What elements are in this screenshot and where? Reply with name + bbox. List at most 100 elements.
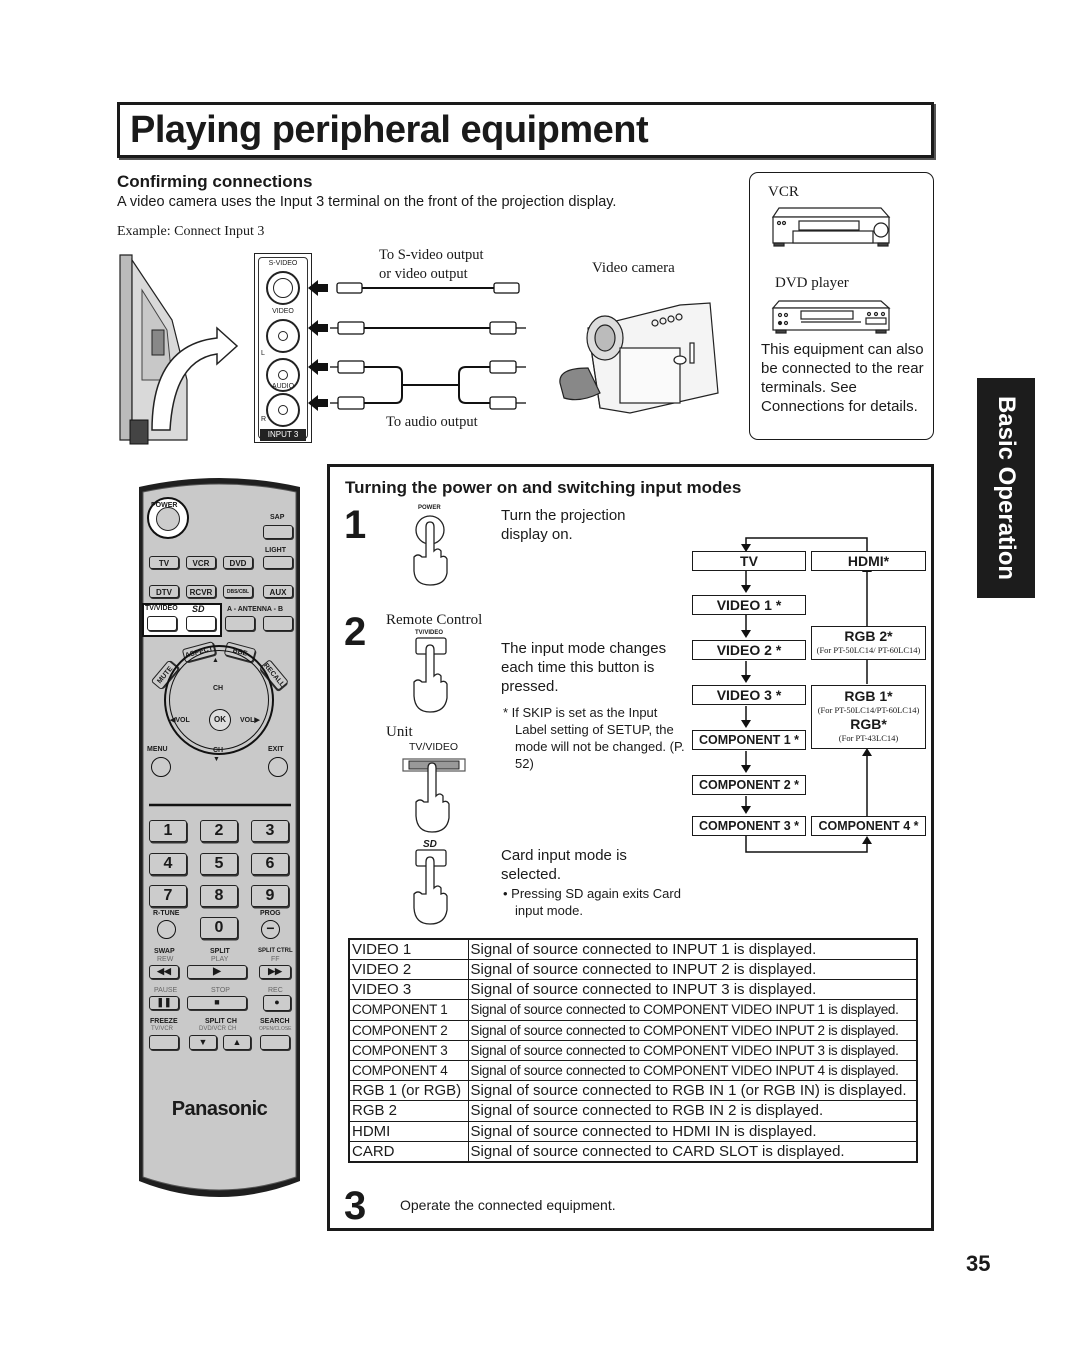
remote-tv-video-button[interactable] bbox=[147, 616, 177, 631]
flow-component-3: COMPONENT 3 * bbox=[692, 816, 806, 836]
remote-digit-0[interactable]: 0 bbox=[200, 917, 238, 939]
table-mode-cell: COMPONENT 4 bbox=[348, 1059, 469, 1082]
hand-pressing-unit-button-icon bbox=[402, 758, 466, 833]
remote-menu-button[interactable] bbox=[151, 757, 171, 777]
remote-rew-button[interactable]: ◀◀ bbox=[149, 965, 179, 979]
remote-ok-button[interactable]: OK bbox=[209, 709, 231, 731]
table-description-cell: Signal of source connected to INPUT 3 is… bbox=[467, 979, 918, 1001]
remote-dbs-cbl-button[interactable]: DBS/CBL bbox=[223, 585, 253, 598]
remote-antenna-label: A - ANTENNA - B bbox=[227, 606, 283, 613]
audio-l-label: L bbox=[261, 350, 265, 357]
remote-digit-1[interactable]: 1 bbox=[149, 820, 187, 842]
section-tab-label: Basic Operation bbox=[993, 395, 1020, 581]
remote-vol-up-label[interactable]: VOL▶ bbox=[240, 716, 260, 724]
remote-dtv-button[interactable]: DTV bbox=[149, 585, 179, 598]
table-row: VIDEO 1 Signal of source connected to INP… bbox=[348, 938, 918, 960]
table-mode-cell: VIDEO 1 bbox=[348, 938, 469, 960]
remote-dvd-button[interactable]: DVD bbox=[223, 556, 253, 569]
remote-dpad[interactable] bbox=[164, 645, 274, 755]
remote-light-button[interactable] bbox=[263, 556, 293, 569]
remote-play-button[interactable]: ▶ bbox=[187, 965, 247, 979]
remote-vcr-button[interactable]: VCR bbox=[186, 556, 216, 569]
table-description-cell: Signal of source connected to RGB IN 1 (… bbox=[467, 1080, 918, 1102]
remote-sap-label: SAP bbox=[270, 514, 285, 521]
audio-label: AUDIO bbox=[271, 383, 295, 390]
remote-freeze-button[interactable] bbox=[149, 1035, 179, 1050]
table-row: VIDEO 2 Signal of source connected to INP… bbox=[348, 958, 918, 981]
remote-digit-7[interactable]: 7 bbox=[149, 885, 187, 907]
video-jack bbox=[266, 319, 300, 353]
table-row: RGB 2 Signal of source connected to RGB I… bbox=[348, 1100, 918, 1122]
ch-down-icon[interactable]: ▼ bbox=[213, 756, 220, 763]
remote-control: POWER SAP LIGHT TV VCR DVD DTV RCVR DBS/… bbox=[137, 473, 302, 1208]
remote-stop-button[interactable]: ■ bbox=[187, 996, 247, 1010]
table-row: VIDEO 3 Signal of source connected to INP… bbox=[348, 979, 918, 1001]
remote-ch-up-label: CH bbox=[213, 685, 224, 692]
remote-vol-down-label[interactable]: ◀VOL bbox=[170, 716, 190, 724]
remote-ch-up-button[interactable]: ▲ bbox=[223, 1035, 251, 1050]
hand-pressing-sd-icon bbox=[413, 849, 448, 925]
example-label: Example: Connect Input 3 bbox=[117, 224, 265, 239]
remote-digit-4[interactable]: 4 bbox=[149, 853, 187, 875]
page-number: 35 bbox=[966, 1251, 991, 1276]
remote-digit-5[interactable]: 5 bbox=[200, 853, 238, 875]
step-2-number: 2 bbox=[344, 610, 367, 654]
remote-sap-button[interactable] bbox=[263, 525, 293, 539]
remote-search-button[interactable] bbox=[260, 1035, 290, 1050]
table-row: HDMI Signal of source connected to HDMI I… bbox=[348, 1120, 918, 1142]
cable-label-top: To S-video output or video output bbox=[379, 247, 484, 282]
remote-ch-down-button[interactable]: ▼ bbox=[189, 1035, 217, 1050]
page-title-box: Playing peripheral equipment bbox=[117, 102, 934, 158]
remote-aux-button[interactable]: AUX bbox=[263, 585, 293, 598]
remote-sd-button[interactable] bbox=[186, 616, 216, 631]
remote-digit-6[interactable]: 6 bbox=[251, 853, 289, 875]
projection-display-illustration bbox=[119, 254, 239, 445]
remote-power-label: POWER bbox=[151, 502, 178, 509]
remote-antenna-b-button[interactable] bbox=[263, 616, 293, 631]
remote-r-tune-button[interactable] bbox=[157, 920, 176, 939]
hand-pressing-power-icon bbox=[413, 515, 448, 586]
table-description-cell: Signal of source connected to COMPONENT … bbox=[467, 1059, 918, 1082]
confirming-connections-heading: Confirming connections bbox=[117, 172, 313, 191]
remote-ff-label: FF bbox=[271, 956, 280, 963]
table-mode-cell: CARD bbox=[348, 1140, 469, 1163]
remote-rcvr-button[interactable]: RCVR bbox=[186, 585, 216, 598]
remote-prog-label: PROG bbox=[260, 910, 281, 917]
remote-digit-3[interactable]: 3 bbox=[251, 820, 289, 842]
table-row: COMPONENT 3 Signal of source connected to… bbox=[348, 1039, 918, 1061]
audio-r-label: R bbox=[261, 416, 267, 423]
remote-split-ch-label: SPLIT CH bbox=[205, 1018, 237, 1025]
table-row: COMPONENT 1 Signal of source connected to… bbox=[348, 999, 918, 1021]
video-camera-illustration bbox=[559, 302, 719, 414]
sd-text: Card input mode is selected. bbox=[501, 847, 627, 883]
vcr-label: VCR bbox=[768, 184, 799, 200]
input3-label: INPUT 3 bbox=[260, 429, 306, 441]
remote-light-label: LIGHT bbox=[265, 547, 286, 554]
remote-pause-button[interactable]: ❚❚ bbox=[149, 996, 179, 1010]
remote-play-label: PLAY bbox=[211, 956, 229, 963]
dvd-player-label: DVD player bbox=[775, 275, 849, 291]
ch-up-icon[interactable]: ▲ bbox=[212, 657, 219, 664]
step-2-text: The input mode changes each time this bu… bbox=[501, 640, 667, 695]
remote-ff-button[interactable]: ▶▶ bbox=[259, 965, 291, 979]
remote-stop-label: STOP bbox=[211, 987, 230, 994]
table-description-cell: Signal of source connected to INPUT 1 is… bbox=[467, 938, 918, 960]
dvd-player-icon bbox=[771, 300, 891, 334]
input-mode-table: VIDEO 1 Signal of source connected to INP… bbox=[348, 938, 918, 1163]
remote-antenna-a-button[interactable] bbox=[225, 616, 255, 631]
remote-prog-button[interactable]: − bbox=[261, 920, 280, 939]
remote-digit-8[interactable]: 8 bbox=[200, 885, 238, 907]
page-title: Playing peripheral equipment bbox=[130, 109, 649, 151]
remote-dvd-vcr-ch-label: DVD/VCR CH bbox=[199, 1026, 237, 1032]
table-description-cell: Signal of source connected to HDMI IN is… bbox=[467, 1120, 918, 1142]
remote-digit-2[interactable]: 2 bbox=[200, 820, 238, 842]
remote-exit-button[interactable] bbox=[268, 757, 288, 777]
remote-rec-button[interactable]: ● bbox=[263, 995, 291, 1011]
remote-tv-button[interactable]: TV bbox=[149, 556, 179, 569]
remote-brand-logo: Panasonic bbox=[171, 1098, 268, 1120]
remote-split-label: SPLIT bbox=[210, 948, 230, 955]
remote-digit-9[interactable]: 9 bbox=[251, 885, 289, 907]
remote-exit-label: EXIT bbox=[268, 746, 284, 753]
flow-tv: TV bbox=[692, 551, 806, 571]
remote-search-label: SEARCH bbox=[260, 1018, 290, 1025]
